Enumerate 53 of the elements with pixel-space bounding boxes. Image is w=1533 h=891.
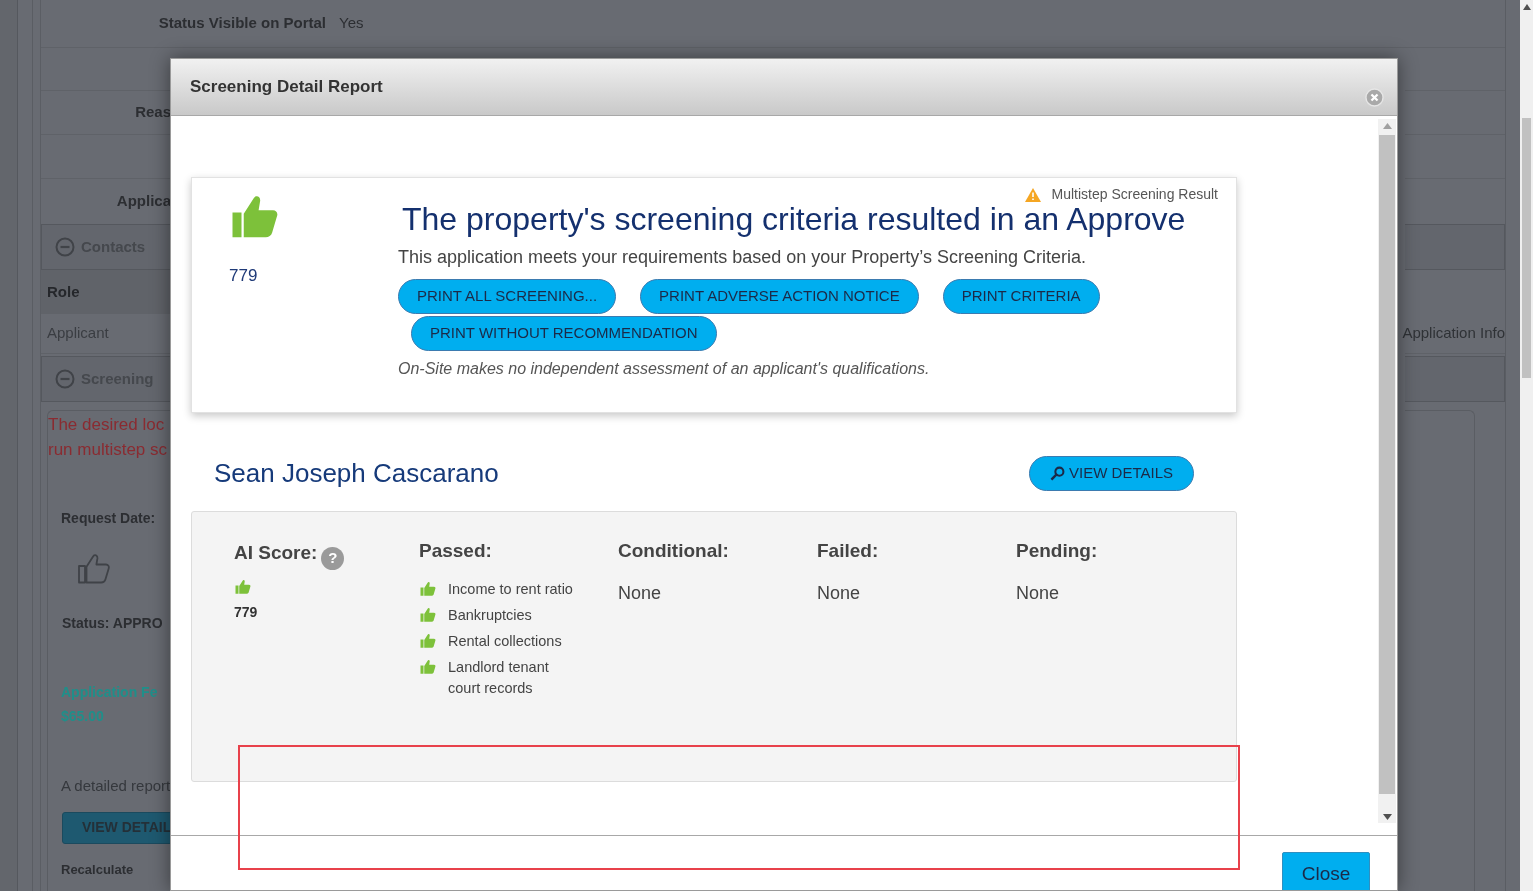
criteria-item: Bankruptcies (448, 605, 533, 625)
field-label: Status Visible on Portal (157, 13, 326, 34)
dialog-title: Screening Detail Report (190, 76, 383, 99)
field-label: Request Date: (61, 509, 157, 528)
status-text: Status: APPRO (62, 614, 164, 633)
criteria-item: Income to rent ratio (448, 579, 573, 599)
thumbs-up-icon (419, 631, 437, 650)
recalculate-label: Recalculate (61, 860, 135, 879)
column-value: None (817, 581, 862, 605)
column-value: None (618, 581, 663, 605)
result-subtitle: This application meets your requirements based on your Property’s Screening Criteria. (398, 246, 1087, 269)
column-heading: Passed: (419, 539, 493, 563)
column-value: None (1016, 581, 1061, 605)
warning-icon (1025, 187, 1042, 202)
result-headline: The property's screening criteria resulted in an Approve (402, 201, 1186, 238)
column-heading: Conditional: (618, 539, 730, 563)
disclaimer-text: On-Site makes no independent assessment of an applicant's qualifications. (398, 359, 931, 379)
thumbs-up-icon (419, 605, 437, 624)
scroll-thumb[interactable] (1522, 118, 1531, 378)
criteria-item: Landlord tenant court records (448, 657, 550, 698)
print-button[interactable]: PRINT WITHOUT RECOMMENDATION (411, 316, 717, 351)
field-label: Reas (135, 102, 171, 123)
criteria-item: Rental collections (448, 631, 563, 651)
badge-text: Multistep Screening Result (1051, 185, 1218, 204)
thumbs-up-icon (419, 579, 437, 598)
thumbs-up-icon (234, 578, 252, 596)
scroll-thumb[interactable] (1379, 135, 1395, 794)
close-button[interactable]: Close (1282, 852, 1370, 890)
search-icon (1050, 466, 1066, 481)
fee-value: $65.00 (61, 707, 105, 726)
applicant-name: Sean Joseph Cascarano (214, 457, 499, 490)
scroll-down-icon[interactable] (1382, 814, 1392, 820)
print-button[interactable]: PRINT CRITERIA (942, 279, 1100, 314)
column-heading: AI Score: (234, 541, 318, 566)
collapse-icon[interactable] (55, 237, 75, 257)
thumbs-up-icon (419, 657, 437, 676)
collapse-icon[interactable] (55, 369, 75, 389)
dialog-scrollbar[interactable] (1378, 119, 1396, 823)
scroll-up-icon[interactable] (1522, 4, 1531, 10)
page-scrollbar[interactable] (1520, 0, 1533, 891)
score-value: 779 (234, 603, 259, 622)
view-details-button[interactable]: VIEW DETAILS (1029, 456, 1194, 491)
field-label: Applica (116, 191, 171, 212)
column-heading: Pending: (1016, 539, 1099, 563)
fee-label: Application Fe (61, 683, 159, 702)
column-header: Role (47, 281, 80, 302)
score-value: 779 (229, 265, 259, 287)
print-button[interactable]: PRINT ALL SCREENING... (398, 279, 617, 314)
field-value: Yes (339, 13, 364, 34)
column-heading: Failed: (817, 539, 880, 563)
alert-text: The desired loc run multistep sc (48, 414, 169, 461)
print-button[interactable]: PRINT ADVERSE ACTION NOTICE (640, 279, 919, 314)
close-icon[interactable] (1365, 87, 1384, 107)
